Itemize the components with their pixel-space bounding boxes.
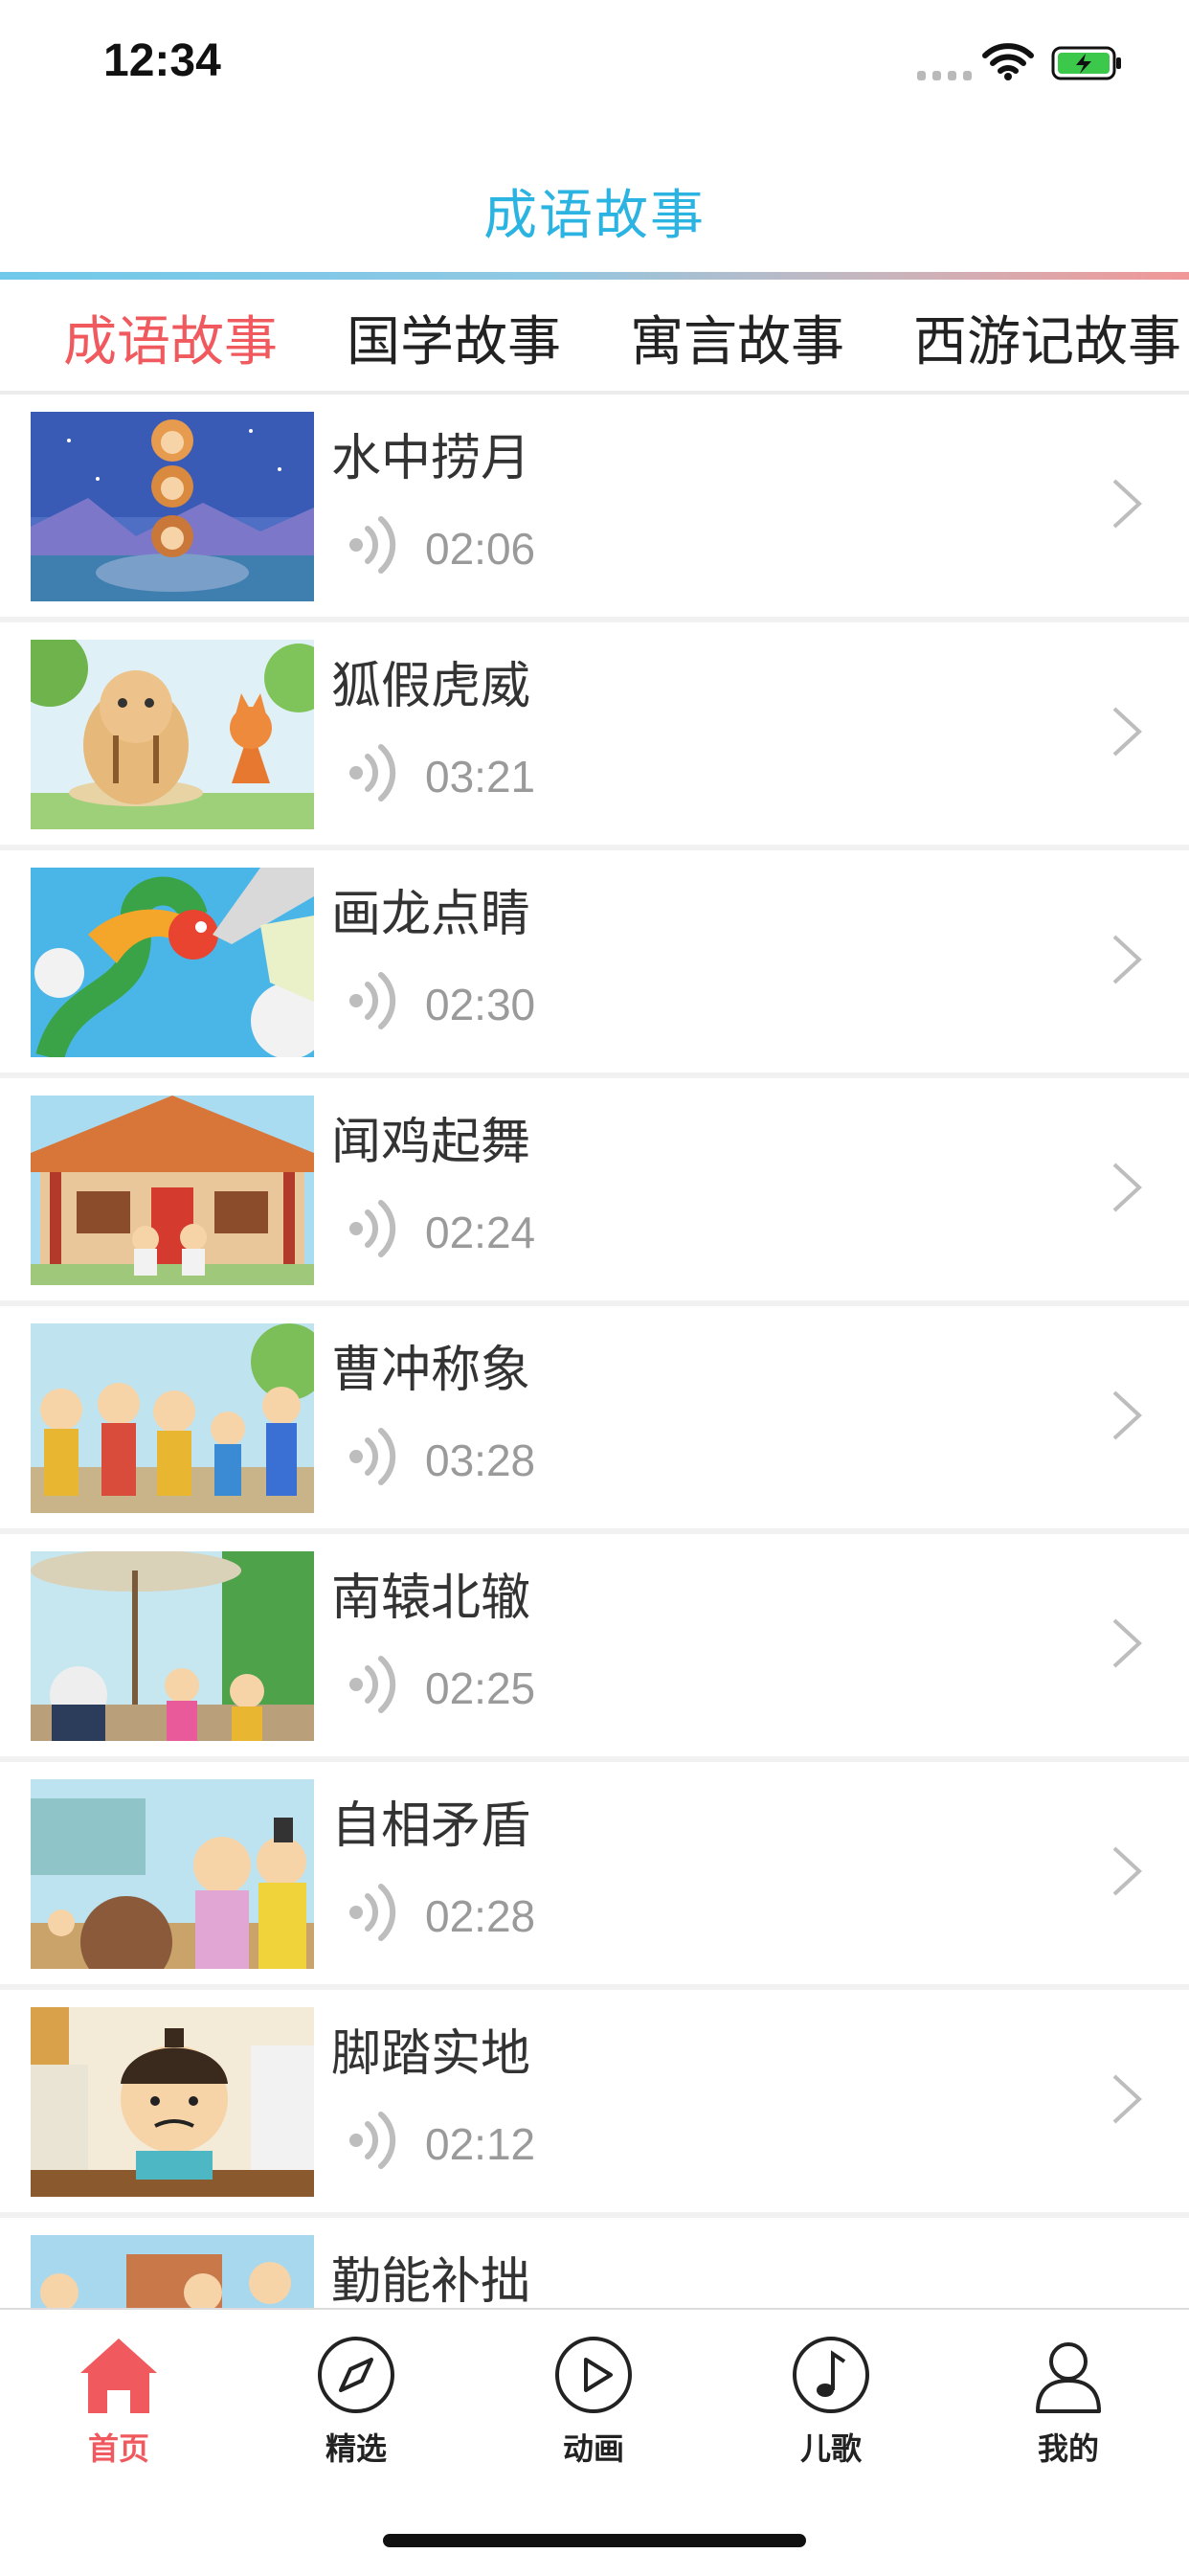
- list-item[interactable]: 勤能补拙: [0, 2218, 1189, 2308]
- audio-icon: [349, 1200, 396, 1257]
- story-title: 水中捞月: [331, 430, 531, 487]
- story-thumbnail: [31, 1323, 314, 1513]
- chevron-right-icon: [1112, 1846, 1142, 1896]
- list-item[interactable]: 水中捞月 02:06: [0, 395, 1189, 617]
- story-duration: 02:28: [425, 1891, 536, 1941]
- chevron-right-icon: [1112, 1618, 1142, 1668]
- battery-icon: [1051, 46, 1121, 80]
- category-tabs: 成语故事 国学故事 寓言故事 西游记故事: [0, 280, 1189, 395]
- status-time: 12:34: [103, 35, 221, 86]
- tabbar-label: 动画: [562, 2430, 624, 2467]
- story-title: 自相矛盾: [331, 1797, 531, 1855]
- home-indicator[interactable]: [383, 2534, 806, 2547]
- list-item[interactable]: 闻鸡起舞 02:24: [0, 1078, 1189, 1300]
- story-thumbnail: [31, 1551, 314, 1741]
- tab-guoxue[interactable]: 国学故事: [347, 299, 561, 376]
- story-thumbnail: [31, 412, 314, 601]
- audio-icon: [349, 972, 396, 1029]
- story-thumbnail: [31, 2007, 314, 2197]
- chevron-right-icon: [1112, 479, 1142, 529]
- story-duration: 02:12: [425, 2119, 536, 2169]
- audio-icon: [349, 2112, 396, 2169]
- story-thumbnail: [31, 2235, 314, 2308]
- story-list: 水中捞月 02:06 狐假虎威 03:21 画龙点睛 02:30 闻鸡起舞 02…: [0, 395, 1189, 2308]
- tab-chengyu[interactable]: 成语故事: [63, 299, 278, 376]
- chevron-right-icon: [1112, 707, 1142, 757]
- story-duration: 02:30: [425, 980, 536, 1029]
- tabbar-label: 儿歌: [799, 2430, 862, 2467]
- signal-icon: [917, 71, 973, 80]
- story-thumbnail: [31, 640, 314, 829]
- list-item[interactable]: 自相矛盾 02:28: [0, 1762, 1189, 1984]
- chevron-right-icon: [1112, 1163, 1142, 1212]
- story-thumbnail: [31, 1096, 314, 1285]
- tabbar-label: 首页: [87, 2430, 149, 2467]
- list-item[interactable]: 画龙点睛 02:30: [0, 850, 1189, 1073]
- tabbar-profile[interactable]: 我的: [950, 2333, 1187, 2476]
- tabbar-animation[interactable]: 动画: [475, 2333, 712, 2476]
- story-thumbnail: [31, 1779, 314, 1969]
- story-duration: 03:21: [425, 752, 536, 802]
- story-title: 曹冲称象: [331, 1342, 531, 1399]
- audio-icon: [349, 516, 396, 574]
- status-bar: 12:34: [0, 0, 1189, 126]
- audio-icon: [349, 1884, 396, 1941]
- audio-icon: [349, 1428, 396, 1485]
- compass-icon: [318, 2337, 394, 2413]
- story-duration: 03:28: [425, 1435, 536, 1485]
- chevron-right-icon: [1112, 935, 1142, 984]
- home-icon: [80, 2339, 157, 2413]
- nav-divider: [0, 272, 1189, 280]
- story-thumbnail: [31, 868, 314, 1057]
- tabbar-label: 我的: [1037, 2430, 1099, 2467]
- story-duration: 02:25: [425, 1663, 536, 1713]
- music-note-icon: [793, 2337, 869, 2413]
- story-title: 闻鸡起舞: [331, 1114, 531, 1171]
- story-title: 脚踏实地: [331, 2025, 531, 2083]
- chevron-right-icon: [1112, 2074, 1142, 2124]
- user-icon: [1036, 2342, 1101, 2413]
- list-item[interactable]: 曹冲称象 03:28: [0, 1306, 1189, 1528]
- list-item[interactable]: 脚踏实地 02:12: [0, 1990, 1189, 2212]
- story-duration: 02:24: [425, 1208, 536, 1257]
- tab-xiyouji[interactable]: 西游记故事: [913, 299, 1181, 376]
- play-icon: [555, 2337, 632, 2413]
- story-title: 南辕北辙: [331, 1570, 531, 1627]
- wifi-icon: [982, 43, 1034, 80]
- list-item[interactable]: 狐假虎威 03:21: [0, 622, 1189, 845]
- story-title: 狐假虎威: [331, 658, 531, 715]
- page-title: 成语故事: [483, 185, 706, 247]
- tabbar-home[interactable]: 首页: [0, 2333, 237, 2476]
- story-duration: 02:06: [425, 524, 536, 574]
- tab-yuyan[interactable]: 寓言故事: [630, 299, 844, 376]
- story-title: 勤能补拙: [331, 2253, 531, 2308]
- list-item[interactable]: 南辕北辙 02:25: [0, 1534, 1189, 1756]
- audio-icon: [349, 744, 396, 802]
- chevron-right-icon: [1112, 1390, 1142, 1440]
- tabbar-featured[interactable]: 精选: [237, 2333, 475, 2476]
- tabbar-songs[interactable]: 儿歌: [712, 2333, 950, 2476]
- story-title: 画龙点睛: [331, 886, 531, 943]
- audio-icon: [349, 1656, 396, 1713]
- tabbar-label: 精选: [325, 2430, 387, 2467]
